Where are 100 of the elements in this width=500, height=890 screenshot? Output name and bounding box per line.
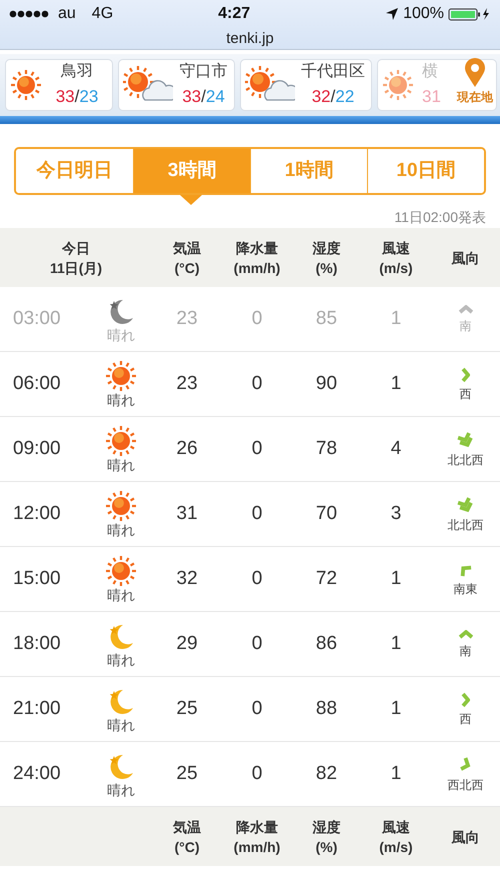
unit-label: (mm/h) bbox=[232, 838, 282, 856]
location-arrow-icon bbox=[385, 6, 400, 20]
time-cell: 03:00 bbox=[13, 308, 61, 329]
battery-percent: 100% bbox=[403, 4, 444, 24]
table-cell: 1 bbox=[390, 698, 402, 719]
wind-direction: 西北西 bbox=[448, 778, 484, 792]
wind-direction: 北北西 bbox=[448, 453, 484, 468]
current-location-button[interactable]: 現在地 bbox=[452, 58, 498, 110]
weather-label: 晴れ bbox=[107, 457, 135, 473]
weather-label: 晴れ bbox=[107, 717, 135, 733]
wind-direction: 西 bbox=[460, 386, 472, 401]
table-cell: 1 bbox=[390, 568, 402, 589]
location-card[interactable]: 守口市 33/24 bbox=[118, 59, 235, 111]
location-card[interactable]: 鳥羽 33/23 bbox=[5, 59, 113, 111]
temp-separator: / bbox=[330, 87, 336, 106]
table-cell: 25 bbox=[176, 698, 198, 719]
unit-label: (m/s) bbox=[378, 838, 414, 856]
wind-direction: 南 bbox=[460, 318, 472, 333]
sun-icon bbox=[105, 555, 137, 587]
column-header: 気温 bbox=[172, 238, 202, 258]
date-label: 11日(月) bbox=[48, 258, 104, 278]
table-cell: 26 bbox=[176, 438, 198, 459]
table-cell: 1 bbox=[390, 762, 402, 784]
clock-time: 4:27 bbox=[218, 4, 250, 24]
table-cell: 0 bbox=[252, 632, 262, 654]
day-label: 今日 bbox=[61, 238, 91, 258]
table-cell: 0 bbox=[252, 438, 262, 459]
location-card[interactable]: 千代田区 32/22 bbox=[240, 59, 372, 111]
time-cell: 09:00 bbox=[13, 438, 61, 459]
network-label: 4G bbox=[92, 4, 114, 24]
table-cell: 1 bbox=[390, 632, 402, 654]
location-name: 横 bbox=[422, 62, 439, 82]
wind-direction: 北北西 bbox=[448, 518, 484, 532]
column-header: 風速 bbox=[380, 818, 411, 836]
weather-label: 晴れ bbox=[107, 652, 135, 668]
table-cell: 0 bbox=[252, 568, 262, 589]
table-cell: 25 bbox=[176, 762, 198, 784]
table-cell: 23 bbox=[176, 372, 198, 394]
low-temp: 24 bbox=[206, 87, 225, 106]
temp-separator: / bbox=[74, 87, 80, 106]
time-cell: 21:00 bbox=[13, 698, 61, 719]
unit-label: (m/s) bbox=[378, 258, 414, 278]
table-cell: 90 bbox=[316, 372, 338, 394]
table-cell: 0 bbox=[252, 372, 262, 394]
table-cell: 0 bbox=[252, 308, 262, 329]
table-cell: 0 bbox=[252, 698, 262, 719]
table-cell: 0 bbox=[252, 502, 262, 524]
column-header: 風向 bbox=[450, 248, 480, 268]
table-cell: 78 bbox=[316, 438, 338, 459]
table-cell: 1 bbox=[390, 372, 402, 394]
table-cell: 85 bbox=[316, 308, 338, 329]
wind-direction: 南東 bbox=[454, 582, 478, 596]
tab[interactable]: 3時間 bbox=[133, 149, 250, 193]
battery-charging-icon bbox=[448, 6, 492, 20]
high-temp: 33 bbox=[182, 87, 202, 106]
table-cell: 86 bbox=[316, 632, 338, 654]
weather-label: 晴れ bbox=[107, 587, 135, 603]
time-cell: 18:00 bbox=[13, 632, 61, 654]
low-temp: 23 bbox=[79, 87, 98, 106]
tab[interactable]: 10日間 bbox=[367, 149, 484, 193]
weather-label: 晴れ bbox=[107, 327, 135, 343]
table-cell: 3 bbox=[390, 502, 402, 524]
table-cell: 31 bbox=[176, 502, 198, 524]
sun-icon bbox=[10, 69, 42, 101]
column-header: 気温 bbox=[172, 818, 202, 836]
table-cell: 0 bbox=[252, 762, 262, 784]
unit-label: (%) bbox=[314, 258, 338, 278]
column-header: 降水量 bbox=[235, 238, 279, 258]
low-temp: 22 bbox=[335, 87, 354, 106]
wind-direction: 西 bbox=[460, 712, 472, 726]
time-cell: 24:00 bbox=[13, 762, 61, 784]
sun-icon bbox=[382, 69, 414, 101]
signal-icon bbox=[8, 8, 50, 20]
table-cell: 32 bbox=[176, 568, 198, 589]
unit-label: (%) bbox=[314, 838, 338, 856]
time-cell: 15:00 bbox=[13, 568, 61, 589]
high-temp: 32 bbox=[312, 87, 331, 106]
table-cell: 72 bbox=[316, 568, 338, 589]
column-header: 湿度 bbox=[312, 818, 342, 836]
sun-icon bbox=[105, 425, 137, 457]
location-name: 鳥羽 bbox=[60, 62, 94, 82]
column-header: 降水量 bbox=[235, 818, 279, 836]
tab-pointer-icon bbox=[180, 195, 202, 205]
table-cell: 88 bbox=[316, 698, 338, 719]
time-cell: 12:00 bbox=[13, 502, 61, 524]
weather-label: 晴れ bbox=[107, 522, 135, 538]
weather-label: 晴れ bbox=[107, 782, 135, 798]
sun-icon bbox=[105, 360, 137, 392]
table-cell: 1 bbox=[390, 308, 402, 329]
location-name: 千代田区 bbox=[300, 62, 366, 82]
carrier-label: au bbox=[58, 4, 76, 24]
column-header: 風向 bbox=[450, 828, 480, 846]
high-temp: 33 bbox=[56, 87, 75, 106]
time-cell: 06:00 bbox=[13, 372, 61, 394]
weather-label: 晴れ bbox=[107, 392, 135, 408]
page-url: tenki.jp bbox=[226, 30, 274, 47]
table-cell: 82 bbox=[316, 762, 338, 784]
pin-icon bbox=[464, 58, 486, 88]
table-cell: 70 bbox=[316, 502, 338, 524]
location-name: 守口市 bbox=[178, 62, 228, 82]
